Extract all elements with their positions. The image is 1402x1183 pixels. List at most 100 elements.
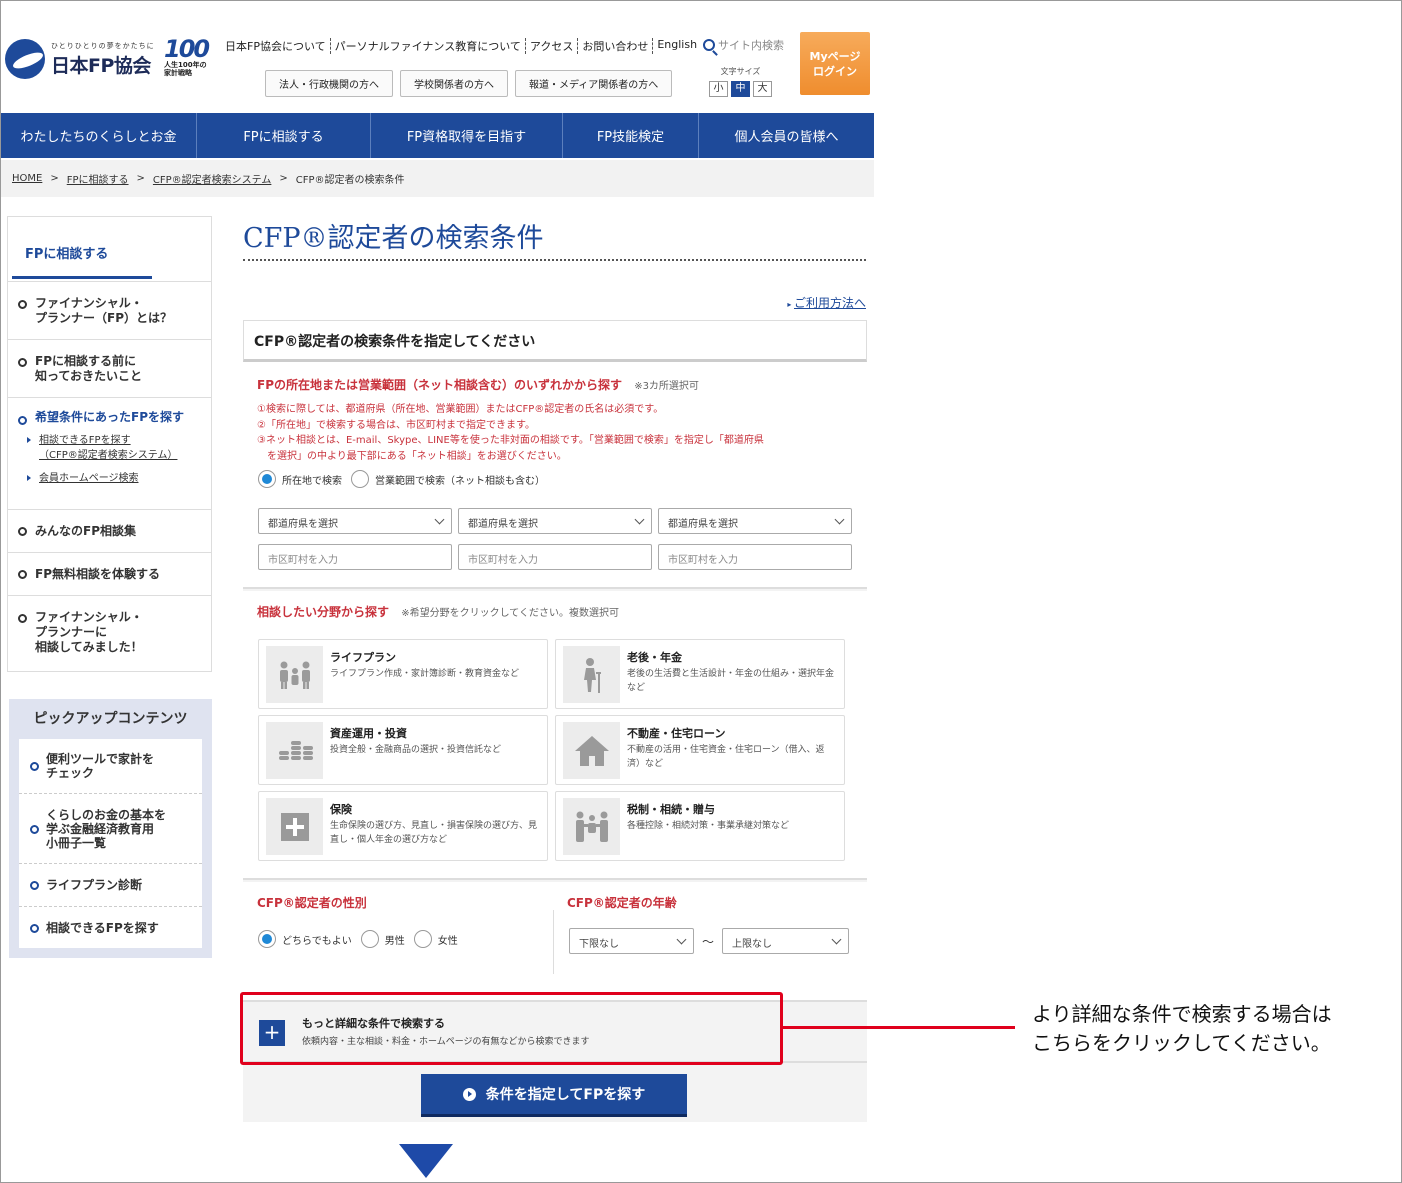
field-card-retirement[interactable]: 老後・年金 老後の生活費と生活設計・年金の仕組み・選択年金など xyxy=(555,639,845,709)
global-nav: わたしたちのくらしとお金 FPに相談する FP資格取得を目指す FP技能検定 個… xyxy=(1,113,874,158)
badge-sub1: 人生100年の xyxy=(164,61,207,69)
breadcrumb-cfp-system[interactable]: CFP®認定者検索システム xyxy=(153,171,271,186)
pickup-item-find-fp[interactable]: 相談できるFPを探す xyxy=(19,907,202,948)
audience-link-media[interactable]: 報道・メディア関係者の方へ xyxy=(515,70,673,97)
pickup-item-booklets[interactable]: くらしのお金の基本を 学ぶ金融経済教育用 小冊子一覧 xyxy=(19,794,202,864)
usage-link[interactable]: ▸ ご利用方法へ xyxy=(787,294,866,311)
gnav-living-money[interactable]: わたしたちのくらしとお金 xyxy=(1,113,197,158)
radio-location[interactable] xyxy=(258,470,276,488)
sidebar-item-label: みんなのFP相談集 xyxy=(35,523,136,538)
city-input-1[interactable]: 市区町村を入力 xyxy=(258,544,452,570)
gnav-fp-qualification[interactable]: FP資格取得を目指す xyxy=(371,113,563,158)
page-title: CFP®認定者の検索条件 xyxy=(243,223,544,254)
field-card-investment[interactable]: 資産運用・投資 投資全般・金融商品の選択・投資信託など xyxy=(258,715,548,785)
field-title: 保険 xyxy=(330,803,352,816)
top-link-education[interactable]: パーソナルファイナンス教育について xyxy=(331,38,526,54)
sidebar-subitem-label: 相談できるFPを探す xyxy=(39,435,131,446)
breadcrumb-separator: > xyxy=(279,173,288,184)
breadcrumb-consult[interactable]: FPに相談する xyxy=(67,171,129,186)
search-icon xyxy=(703,39,715,51)
mypage-label: Myページ xyxy=(809,49,861,63)
gnav-fp-exam[interactable]: FP技能検定 xyxy=(563,113,699,158)
top-link-about[interactable]: 日本FP協会について xyxy=(225,38,331,54)
pickup-item-label: 小冊子一覧 xyxy=(46,835,107,850)
audience-link-school[interactable]: 学校関係者の方へ xyxy=(400,70,508,97)
search-submit-label: 条件を指定してFPを探す xyxy=(485,1087,646,1103)
sidebar-item-label: FP無料相談を体験する xyxy=(35,566,160,581)
sidebar-subitem-label: （CFP®認定者検索システム） xyxy=(39,450,178,461)
breadcrumb-home[interactable]: HOME xyxy=(12,173,42,184)
age-max-select[interactable]: 上限なし xyxy=(722,928,850,954)
radio-location-label: 所在地で検索 xyxy=(282,475,342,487)
sidebar-item-before-consult[interactable]: FPに相談する前に 知っておきたいこと xyxy=(8,340,211,398)
font-size-small-button[interactable]: 小 xyxy=(709,81,728,97)
age-heading: CFP®認定者の年齢 xyxy=(567,896,677,910)
house-icon xyxy=(563,722,620,779)
sidebar-item-label: ファイナンシャル・ xyxy=(35,610,143,624)
attribute-section: CFP®認定者の性別 どちらでもよい 男性 女性 CFP®認定者の年齢 下限なし… xyxy=(243,882,867,1002)
prefecture-select-2[interactable]: 都道府県を選択 xyxy=(458,508,652,534)
top-link-access[interactable]: アクセス xyxy=(526,38,579,54)
sidebar-item-label: プランナーに xyxy=(35,625,108,639)
font-size-large-button[interactable]: 大 xyxy=(753,81,772,97)
field-card-lifeplan[interactable]: ライフプラン ライフプラン作成・家計簿診断・教育資金など xyxy=(258,639,548,709)
city-input-3[interactable]: 市区町村を入力 xyxy=(658,544,852,570)
font-size-medium-button[interactable]: 中 xyxy=(731,81,750,97)
field-card-realestate[interactable]: 不動産・住宅ローン 不動産の活用・住宅資金・住宅ローン（借入、返済）など xyxy=(555,715,845,785)
radio-gender-male[interactable] xyxy=(360,930,379,948)
field-desc: ライフプラン作成・家計簿診断・教育資金など xyxy=(330,669,520,679)
sidebar-item-cases[interactable]: みんなのFP相談集 xyxy=(8,510,211,553)
field-title: ライフプラン xyxy=(330,651,396,664)
mypage-login-button[interactable]: Myページ ログイン xyxy=(800,32,870,95)
prefecture-select-1[interactable]: 都道府県を選択 xyxy=(258,508,452,534)
coins-icon xyxy=(266,722,323,779)
breadcrumb-current: CFP®認定者の検索条件 xyxy=(295,175,405,186)
top-link-english[interactable]: English xyxy=(653,38,701,54)
field-desc: 不動産の活用・住宅資金・住宅ローン（借入、返済）など xyxy=(627,745,825,769)
pickup-item-tools[interactable]: 便利ツールで家計を チェック xyxy=(19,739,202,794)
age-range: 下限なし 〜 上限なし xyxy=(569,928,850,954)
field-title: 税制・相続・贈与 xyxy=(627,803,715,816)
site-search-label: サイト内検索 xyxy=(718,39,784,52)
gnav-consult-fp[interactable]: FPに相談する xyxy=(197,113,371,158)
prefecture-select-3[interactable]: 都道府県を選択 xyxy=(658,508,852,534)
pickup-item-label: チェック xyxy=(46,766,95,780)
field-card-tax[interactable]: 税制・相続・贈与 各種控除・相続対策・事業承継対策など xyxy=(555,791,845,861)
field-card-insurance[interactable]: 保険 生命保険の選び方、見直し・損害保険の選び方、見直し・個人年金の選び方など xyxy=(258,791,548,861)
gnav-members[interactable]: 個人会員の皆様へ xyxy=(699,113,874,158)
logo-tagline: ひとりひとりの夢をかたちに xyxy=(51,41,155,50)
sidebar-item-tried-consult[interactable]: ファイナンシャル・ プランナーに 相談してみました！ xyxy=(8,596,211,669)
sidebar-item-label: 相談してみました！ xyxy=(35,640,143,654)
top-link-contact[interactable]: お問い合わせ xyxy=(578,38,654,54)
badge-number: 100 xyxy=(164,35,210,63)
age-min-select[interactable]: 下限なし xyxy=(569,928,694,954)
pickup-item-label: 相談できるFPを探す xyxy=(46,920,159,935)
login-label: ログイン xyxy=(813,64,857,78)
field-section: 相談したい分野から探す ※希望分野をクリックしてください。複数選択可 ライフプラ… xyxy=(243,591,867,880)
area-note: ※3カ所選択可 xyxy=(634,381,699,392)
field-heading: 相談したい分野から探す xyxy=(257,605,390,619)
campaign-badge[interactable]: 100 人生100年の 家計戦略 xyxy=(164,37,212,77)
pickup-item-lifeplan[interactable]: ライフプラン診断 xyxy=(19,864,202,907)
pickup-item-label: くらしのお金の基本を xyxy=(46,807,167,822)
radio-gender-female[interactable] xyxy=(413,930,432,948)
field-title: 資産運用・投資 xyxy=(330,727,407,740)
site-logo[interactable]: ひとりひとりの夢をかたちに 日本FP協会 xyxy=(5,39,155,79)
sidebar-subitem-cfp-search[interactable]: 相談できるFPを探す （CFP®認定者検索システム） xyxy=(27,433,203,463)
city-input-2[interactable]: 市区町村を入力 xyxy=(458,544,652,570)
sidebar-item-what-is-fp[interactable]: ファイナンシャル・ プランナー（FP）とは？ xyxy=(8,282,211,340)
area-notes: ①検索に際しては、都道府県（所在地、営業範囲）またはCFP®認定者の氏名は必須で… xyxy=(257,402,857,464)
site-search-button[interactable]: サイト内検索 xyxy=(703,37,784,53)
search-mode-radios: 所在地で検索 営業範囲で検索（ネット相談も含む） xyxy=(258,470,545,488)
radio-range[interactable] xyxy=(351,470,369,488)
search-submit-button[interactable]: 条件を指定してFPを探す xyxy=(421,1074,687,1117)
sidebar-item-find-fp[interactable]: 希望条件にあったFPを探す 相談できるFPを探す （CFP®認定者検索システム）… xyxy=(8,398,211,510)
sidebar-item-free-consult[interactable]: FP無料相談を体験する xyxy=(8,553,211,596)
elderly-icon xyxy=(563,646,620,703)
sidebar: FPに相談する ファイナンシャル・ プランナー（FP）とは？ FPに相談する前に… xyxy=(7,216,212,672)
sidebar-subitem-member-homepage[interactable]: 会員ホームページ検索 xyxy=(27,471,203,486)
sidebar-title[interactable]: FPに相談する xyxy=(8,217,211,282)
audience-link-corporate[interactable]: 法人・行政機関の方へ xyxy=(265,70,393,97)
radio-gender-any[interactable] xyxy=(258,930,276,948)
section-divider xyxy=(553,910,554,974)
